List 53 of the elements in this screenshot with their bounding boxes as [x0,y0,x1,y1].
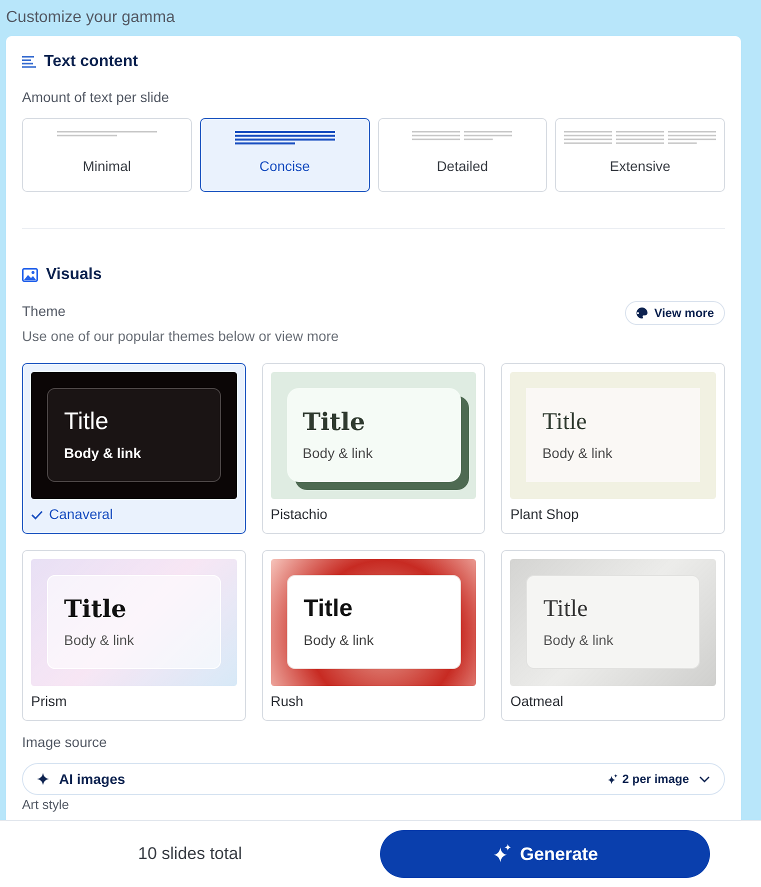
hint-text: Use one of our popular themes below or view more [22,327,339,346]
theme-name: Prism [31,692,67,711]
text-amount-option[interactable]: Minimal [22,118,192,192]
theme-card[interactable]: Title Body & link Oatmeal [501,550,725,721]
preview-title: Title [543,594,589,624]
preview-body-text: Body & link [543,630,614,650]
preview-body-text: Body & link [304,630,375,650]
field-label: Image source [22,733,108,752]
chevron-down-icon [699,776,710,782]
text-lines-icon [234,131,335,146]
theme-name: Canaveral [49,505,113,524]
preview-body-text: Body & link [542,444,614,463]
per-image-text: 2 per image [622,771,689,788]
preview-body-text: Body & link [64,630,136,650]
text-amount-option[interactable]: Extensive [555,118,725,192]
text-amount-option[interactable]: Concise [200,118,370,192]
text-lines-icon [564,131,716,146]
sparkle-icon [37,773,49,785]
page-heading: Customize your gamma [5,8,176,28]
palette-icon [636,307,648,319]
preview-title: Title [64,406,110,436]
theme-card[interactable]: Title Body & link Pistachio [262,363,486,534]
text-lines-icon [22,56,36,68]
field-label: Theme [22,302,67,321]
generate-button[interactable]: Generate [380,830,710,878]
preview-body-text: Body & link [64,444,142,463]
text-amount-option[interactable]: Detailed [378,118,548,192]
preview-title: Title [542,408,588,436]
theme-name: Rush [270,692,304,711]
theme-card[interactable]: Title Body & link Plant Shop [501,363,725,534]
field-label: Art style [22,798,69,812]
image-source-select[interactable]: AI images 2 per image [22,763,725,795]
sparkles-icon [492,844,512,864]
slide-count-text: 10 slides total [137,843,243,866]
text-lines-icon [56,131,157,139]
preview-title: Title [302,406,366,436]
theme-card[interactable]: Title Body & link Rush [262,550,486,721]
section-title: Visuals [46,265,102,285]
field-label: Amount of text per slide [22,88,170,107]
theme-card[interactable]: Title Body & link Prism [22,550,246,721]
theme-name: Pistachio [270,505,328,524]
check-icon [31,510,43,520]
preview-title: Title [64,594,128,624]
preview-body-text: Body & link [302,444,374,463]
view-more-button[interactable]: View more [625,301,725,325]
theme-card[interactable]: Title Body & link Canaveral [22,363,246,534]
theme-name: Oatmeal [510,692,564,711]
sparkles-icon [607,774,618,784]
preview-title: Title [304,594,354,624]
section-title: Text content [44,52,138,72]
text-lines-icon [412,131,512,142]
theme-name: Plant Shop [510,505,579,524]
image-icon [22,268,38,282]
